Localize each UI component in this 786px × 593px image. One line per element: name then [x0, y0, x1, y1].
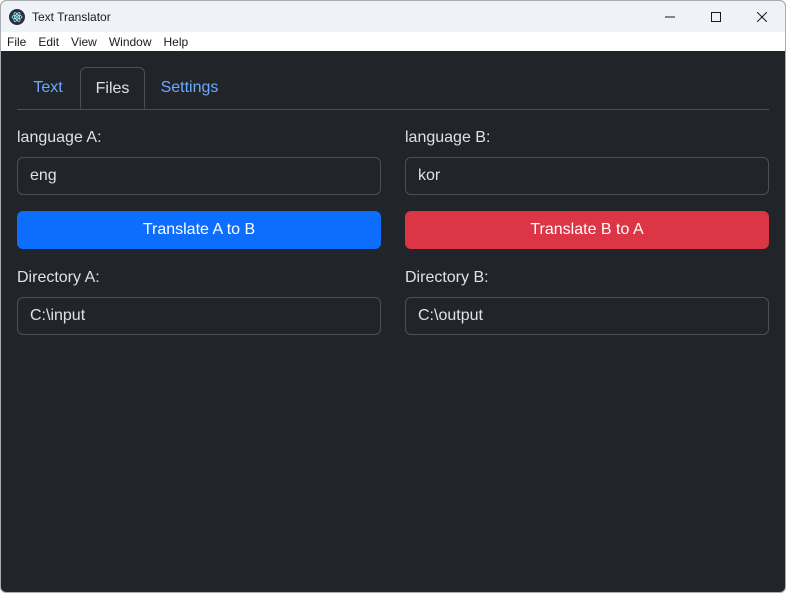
tab-text[interactable]: Text — [17, 67, 79, 108]
menu-window[interactable]: Window — [109, 35, 152, 49]
menu-edit[interactable]: Edit — [38, 35, 59, 49]
directory-b-input[interactable]: C:\output — [405, 297, 769, 335]
menu-help[interactable]: Help — [164, 35, 189, 49]
close-icon — [757, 11, 767, 22]
language-a-label: language A: — [17, 129, 102, 146]
minimize-icon — [665, 16, 675, 17]
directory-a-label: Directory A: — [17, 269, 100, 286]
menu-file[interactable]: File — [7, 35, 26, 49]
tab-files[interactable]: Files — [80, 67, 145, 109]
tab-settings[interactable]: Settings — [147, 67, 232, 108]
maximize-icon — [711, 11, 721, 22]
main-content: Text Files Settings language A: language… — [1, 51, 785, 592]
translate-b-to-a-button[interactable]: Translate B to A — [405, 211, 769, 249]
app-logo-icon — [9, 8, 25, 25]
window-title: Text Translator — [32, 9, 111, 24]
maximize-button[interactable] — [693, 1, 739, 32]
title-bar: Text Translator — [1, 1, 785, 32]
close-button[interactable] — [739, 1, 785, 32]
language-a-input[interactable]: eng — [17, 157, 381, 195]
directory-b-label: Directory B: — [405, 269, 489, 286]
menu-bar: File Edit View Window Help — [1, 32, 785, 51]
menu-view[interactable]: View — [71, 35, 97, 49]
tab-bar: Text Files Settings — [17, 67, 769, 110]
translate-a-to-b-button[interactable]: Translate A to B — [17, 211, 381, 249]
language-b-input[interactable]: kor — [405, 157, 769, 195]
language-b-label: language B: — [405, 129, 491, 146]
directory-a-input[interactable]: C:\input — [17, 297, 381, 335]
minimize-button[interactable] — [647, 1, 693, 32]
app-window: Text Translator File Edit View Window He… — [0, 0, 786, 593]
